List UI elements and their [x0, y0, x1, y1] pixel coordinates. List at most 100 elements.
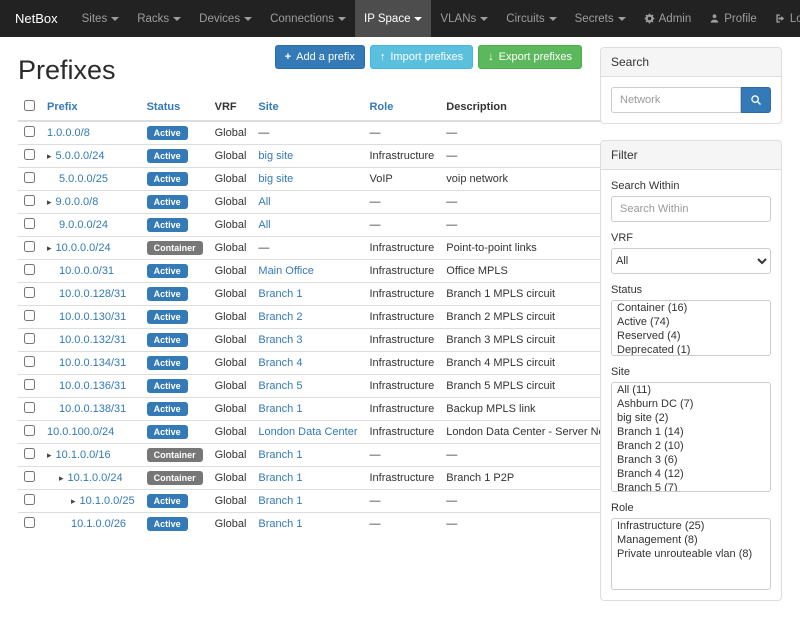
prefix-link[interactable]: 10.1.0.0/26: [71, 518, 126, 530]
prefix-link[interactable]: 1.0.0.0/8: [47, 127, 90, 139]
row-checkbox[interactable]: [24, 356, 35, 367]
nav-item-sites[interactable]: Sites: [73, 0, 129, 37]
site-link[interactable]: big site: [258, 173, 293, 185]
filter-option[interactable]: Management (8): [612, 533, 770, 547]
expand-icon[interactable]: ▸: [47, 197, 52, 207]
nav-item-admin[interactable]: Admin: [635, 0, 701, 37]
row-checkbox[interactable]: [24, 310, 35, 321]
role-filter-select[interactable]: Infrastructure (25)Management (8)Private…: [611, 518, 771, 590]
site-link[interactable]: Branch 2: [258, 311, 302, 323]
nav-item-vlans[interactable]: VLANs: [431, 0, 497, 37]
nav-item-log-out[interactable]: Log out: [766, 0, 800, 37]
prefix-link[interactable]: 10.0.0.132/31: [59, 334, 126, 346]
filter-option[interactable]: Infrastructure (25): [612, 519, 770, 533]
expand-icon[interactable]: ▸: [71, 496, 76, 506]
row-checkbox[interactable]: [24, 517, 35, 528]
row-checkbox[interactable]: [24, 379, 35, 390]
site-link[interactable]: Branch 1: [258, 403, 302, 415]
export-prefixes-button[interactable]: ↓ Export prefixes: [478, 45, 582, 69]
prefix-link[interactable]: 10.0.0.138/31: [59, 403, 126, 415]
site-link[interactable]: Branch 4: [258, 357, 302, 369]
filter-option[interactable]: Branch 2 (10): [612, 439, 770, 453]
site-link[interactable]: London Data Center: [258, 426, 357, 438]
row-checkbox[interactable]: [24, 471, 35, 482]
filter-option[interactable]: Ashburn DC (7): [612, 397, 770, 411]
column-header-status[interactable]: Status: [141, 94, 209, 121]
row-checkbox[interactable]: [24, 425, 35, 436]
prefix-link[interactable]: 10.0.0.0/31: [59, 265, 114, 277]
prefix-link[interactable]: 10.0.0.134/31: [59, 357, 126, 369]
expand-icon[interactable]: ▸: [59, 473, 64, 483]
prefix-link[interactable]: 10.1.0.0/16: [56, 449, 111, 461]
prefix-link[interactable]: 5.0.0.0/25: [59, 173, 108, 185]
prefix-link[interactable]: 5.0.0.0/24: [56, 150, 105, 162]
filter-option[interactable]: Branch 4 (12): [612, 467, 770, 481]
select-all-checkbox[interactable]: [24, 100, 35, 111]
prefix-link[interactable]: 9.0.0.0/24: [59, 219, 108, 231]
row-checkbox[interactable]: [24, 241, 35, 252]
prefix-link[interactable]: 10.0.0.130/31: [59, 311, 126, 323]
filter-option[interactable]: big site (2): [612, 411, 770, 425]
prefix-link[interactable]: 9.0.0.0/8: [56, 196, 99, 208]
navbar-brand[interactable]: NetBox: [0, 0, 73, 37]
site-link[interactable]: Branch 3: [258, 334, 302, 346]
prefix-link[interactable]: 10.0.0.0/24: [56, 242, 111, 254]
row-checkbox[interactable]: [24, 448, 35, 459]
site-link[interactable]: Branch 1: [258, 472, 302, 484]
prefix-link[interactable]: 10.1.0.0/25: [80, 495, 135, 507]
filter-option[interactable]: Active (74): [612, 315, 770, 329]
site-link[interactable]: Branch 5: [258, 380, 302, 392]
nav-item-profile[interactable]: Profile: [700, 0, 766, 37]
row-checkbox[interactable]: [24, 126, 35, 137]
vrf-select[interactable]: All: [611, 248, 771, 274]
filter-option[interactable]: Private unrouteable vlan (8): [612, 547, 770, 561]
prefix-link[interactable]: 10.0.0.136/31: [59, 380, 126, 392]
nav-item-racks[interactable]: Racks: [128, 0, 190, 37]
site-link[interactable]: Branch 1: [258, 288, 302, 300]
column-header-role[interactable]: Role: [363, 94, 440, 121]
site-link[interactable]: big site: [258, 150, 293, 162]
nav-item-ip-space[interactable]: IP Space: [355, 0, 431, 37]
nav-item-circuits[interactable]: Circuits: [497, 0, 565, 37]
row-checkbox[interactable]: [24, 287, 35, 298]
row-checkbox[interactable]: [24, 333, 35, 344]
row-checkbox[interactable]: [24, 218, 35, 229]
row-checkbox[interactable]: [24, 402, 35, 413]
site-link[interactable]: All: [258, 196, 270, 208]
site-link[interactable]: Branch 1: [258, 449, 302, 461]
search-button[interactable]: [741, 87, 771, 113]
row-checkbox[interactable]: [24, 494, 35, 505]
row-checkbox[interactable]: [24, 172, 35, 183]
row-checkbox[interactable]: [24, 195, 35, 206]
site-link[interactable]: All: [258, 219, 270, 231]
filter-option[interactable]: Container (16): [612, 301, 770, 315]
expand-icon[interactable]: ▸: [47, 450, 52, 460]
filter-option[interactable]: All (11): [612, 383, 770, 397]
filter-option[interactable]: Deprecated (1): [612, 343, 770, 356]
filter-option[interactable]: Branch 5 (7): [612, 481, 770, 492]
filter-option[interactable]: Branch 1 (14): [612, 425, 770, 439]
nav-item-devices[interactable]: Devices: [190, 0, 261, 37]
prefix-link[interactable]: 10.0.100.0/24: [47, 426, 114, 438]
column-header-site[interactable]: Site: [252, 94, 363, 121]
prefix-link[interactable]: 10.0.0.128/31: [59, 288, 126, 300]
filter-option[interactable]: Branch 3 (6): [612, 453, 770, 467]
nav-item-connections[interactable]: Connections: [261, 0, 355, 37]
status-filter-select[interactable]: Container (16)Active (74)Reserved (4)Dep…: [611, 300, 771, 356]
site-link[interactable]: Branch 1: [258, 518, 302, 530]
expand-icon[interactable]: ▸: [47, 151, 52, 161]
column-header-prefix[interactable]: Prefix: [41, 94, 141, 121]
search-input[interactable]: [611, 87, 741, 113]
site-link[interactable]: Branch 1: [258, 495, 302, 507]
add-prefix-button[interactable]: + Add a prefix: [275, 45, 365, 69]
import-prefixes-button[interactable]: ↑ Import prefixes: [370, 45, 473, 69]
filter-option[interactable]: Reserved (4): [612, 329, 770, 343]
row-checkbox[interactable]: [24, 264, 35, 275]
site-filter-select[interactable]: All (11)Ashburn DC (7)big site (2)Branch…: [611, 382, 771, 492]
site-link[interactable]: Main Office: [258, 265, 313, 277]
row-checkbox[interactable]: [24, 149, 35, 160]
prefix-link[interactable]: 10.1.0.0/24: [68, 472, 123, 484]
expand-icon[interactable]: ▸: [47, 243, 52, 253]
search-within-input[interactable]: [611, 196, 771, 222]
nav-item-secrets[interactable]: Secrets: [566, 0, 635, 37]
